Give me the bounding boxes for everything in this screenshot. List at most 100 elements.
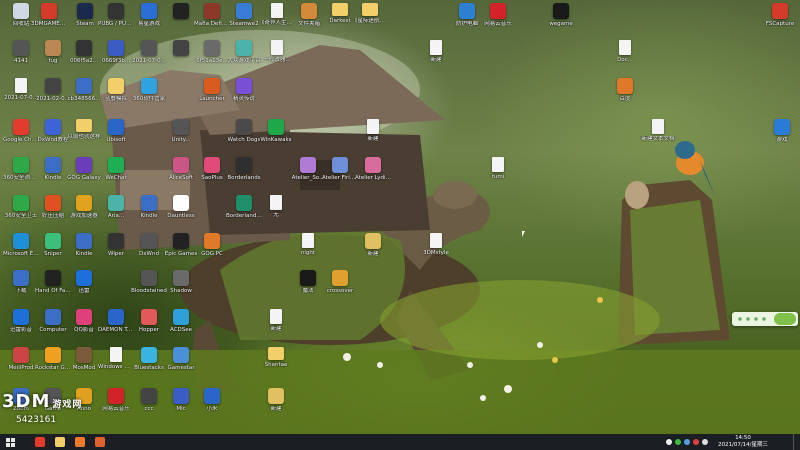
taskbar-app-folder[interactable] (50, 434, 70, 450)
desktop-icon[interactable]: SaoPlus (194, 157, 230, 181)
desktop-icon[interactable]: rumi (480, 157, 516, 180)
desktop-icon[interactable]: 精灵传说 (226, 78, 262, 102)
desktop-icon[interactable]: Kindle (66, 233, 102, 257)
desktop-icon[interactable]: 蓝叠模拟 (98, 78, 134, 102)
desktop-icon[interactable]: Shantae (258, 347, 294, 368)
desktop-icon[interactable]: ccc (131, 388, 167, 412)
show-desktop-button[interactable] (793, 434, 800, 450)
tray-app-icon[interactable] (675, 439, 681, 445)
desktop-icon[interactable]: Atelier Firis The Alch... (322, 157, 358, 181)
desktop-icon[interactable]: Hopper (131, 309, 167, 333)
desktop-icon[interactable]: DAEMON Tools Lite (98, 309, 134, 333)
desktop-icon[interactable]: 新建 (258, 309, 294, 332)
desktop-icon[interactable]: 迅雷 (66, 270, 102, 294)
desktop-icon[interactable]: 3DMGAME-Super.Mario.Bros.Wonder (31, 3, 67, 27)
desktop-icon[interactable]: 以前也就这样 (66, 119, 102, 140)
desktop-icon[interactable]: 006f5a2... (66, 40, 102, 64)
desktop-icon[interactable]: Kindle (131, 195, 167, 219)
desktop-icon[interactable]: FSCapture (762, 3, 798, 27)
desktop-icon[interactable]: 360安全卫士 (3, 195, 39, 219)
desktop-icon[interactable]: 游戏加速器 (66, 195, 102, 219)
desktop-icon[interactable]: Dauntless (163, 195, 199, 219)
desktop-icon[interactable]: 6f51a13e... (194, 40, 230, 64)
desktop-icon[interactable]: 2021-07-0... (3, 78, 39, 101)
desktop-icon[interactable]: 《星际迷航》-新版本 (352, 3, 388, 24)
desktop-icon[interactable]: WinKawaks (258, 119, 294, 143)
desktop-icon[interactable]: 大众游戏平台 (226, 40, 262, 64)
app-icon (45, 195, 61, 211)
desktop-icon[interactable]: 新建 (355, 119, 391, 142)
desktop-icon[interactable]: 3DMstyle (418, 233, 454, 256)
desktop-icon[interactable]: cb348566... (66, 78, 102, 102)
desktop-icon[interactable]: 游戏 (764, 119, 800, 143)
desktop-icon[interactable]: 网易云音乐 (98, 388, 134, 412)
desktop-icon[interactable]: Borderlands GOTY (226, 195, 262, 219)
desktop-icon[interactable]: Watch Dogs (226, 119, 262, 143)
desktop-icon[interactable]: Bluestacks (131, 347, 167, 371)
desktop-icon[interactable]: Microsoft Edge (3, 233, 39, 257)
desktop-icon[interactable]: 小米 (194, 388, 230, 412)
desktop-icon[interactable]: QQ影音 (66, 309, 102, 333)
desktop-icon[interactable]: Atelier Lydie and Suelle (355, 157, 391, 181)
desktop-icon[interactable]: ACDSee (163, 309, 199, 333)
desktop-icon[interactable]: 迅雷影音 (3, 309, 39, 333)
desktop-icon[interactable]: Shadow (163, 270, 199, 294)
start-button[interactable] (0, 434, 20, 450)
desktop-icon[interactable]: GOG PC (194, 233, 230, 257)
taskbar-app-wegame[interactable] (70, 434, 90, 450)
desktop-icon[interactable]: Borderlands (226, 157, 262, 181)
desktop-icon[interactable]: Mafia Definitive (194, 3, 230, 27)
app-icon (13, 157, 29, 173)
desktop-icon[interactable]: WeChat (98, 157, 134, 181)
desktop-icon[interactable]: Launcher (194, 78, 230, 102)
desktop-icon[interactable]: 360软件管家 (131, 78, 167, 102)
desktop-icon[interactable]: Ubisoft (98, 119, 134, 143)
desktop-icon[interactable]: MosMod (66, 347, 102, 371)
notification-toast[interactable] (732, 312, 798, 326)
chevron-up-icon[interactable] (666, 439, 672, 445)
desktop-icon[interactable]: 易星游戏 (131, 3, 167, 27)
taskbar-app-extra[interactable] (90, 434, 110, 450)
app-icon (173, 309, 189, 325)
tray-alert-icon[interactable] (693, 439, 699, 445)
desktop-icon[interactable]: Bloodstained (131, 270, 167, 294)
desktop-icon[interactable]: Unity... (163, 119, 199, 143)
desktop-icon[interactable]: 360安全浏览器 (3, 157, 39, 181)
desktop-icon[interactable]: 新建 (258, 388, 294, 412)
desktop-icon[interactable]: crossover (322, 270, 358, 294)
desktop-icon[interactable]: Doc... (607, 40, 643, 63)
desktop-icon[interactable]: PUBG / PUBG Lite (98, 3, 134, 27)
desktop-icon-label: night (300, 250, 316, 256)
desktop-icon[interactable]: 网易云音乐 (480, 3, 516, 27)
desktop-icon-label: 新建 (270, 406, 282, 412)
desktop-icon[interactable]: Atelier_So... (290, 157, 326, 181)
desktop-icon[interactable]: Windows Defender (98, 347, 134, 370)
desktop-icon[interactable]: MeiliProd (3, 347, 39, 371)
desktop-icon[interactable]: 一修改器... (259, 40, 295, 63)
desktop-icon[interactable]: 4141 (3, 40, 39, 64)
desktop-icon[interactable]: Gamestar (163, 347, 199, 371)
desktop-icon[interactable]: 0669f3b... (98, 40, 134, 64)
desktop-icon[interactable]: 新建 (355, 233, 391, 257)
network-icon[interactable] (684, 439, 690, 445)
desktop-icon[interactable]: 2021-07-0... (131, 40, 167, 64)
desktop-icon[interactable]: 下载 (3, 270, 39, 294)
desktop-icon[interactable]: 无 (258, 195, 294, 218)
desktop-icon[interactable]: 百度 (607, 78, 643, 102)
desktop-icon[interactable]: Aria... (98, 195, 134, 219)
desktop-icon[interactable]: 《奇异人生》攻略 (259, 3, 295, 26)
taskbar-clock[interactable]: 14:50 2021/07/14/星期三 (708, 434, 778, 449)
desktop-icon[interactable]: Steamwe2 (226, 3, 262, 27)
desktop-icon[interactable]: DxWnd (131, 233, 167, 257)
desktop-icon[interactable]: night (290, 233, 326, 256)
desktop-icon[interactable]: wegame (543, 3, 579, 27)
taskbar-app-chrome[interactable] (30, 434, 50, 450)
desktop-icon[interactable]: Wiper (98, 233, 134, 257)
desktop-icon[interactable]: 新建 (418, 40, 454, 63)
desktop-icon[interactable]: GOG Galaxy (66, 157, 102, 181)
desktop-icon[interactable]: Google Chrome (3, 119, 39, 143)
app-icon (268, 388, 284, 404)
desktop-icon[interactable]: 新建文本文档 (640, 119, 676, 142)
desktop-icon[interactable]: 魔法 (290, 270, 326, 294)
desktop-icon-label: 4141 (14, 58, 28, 64)
